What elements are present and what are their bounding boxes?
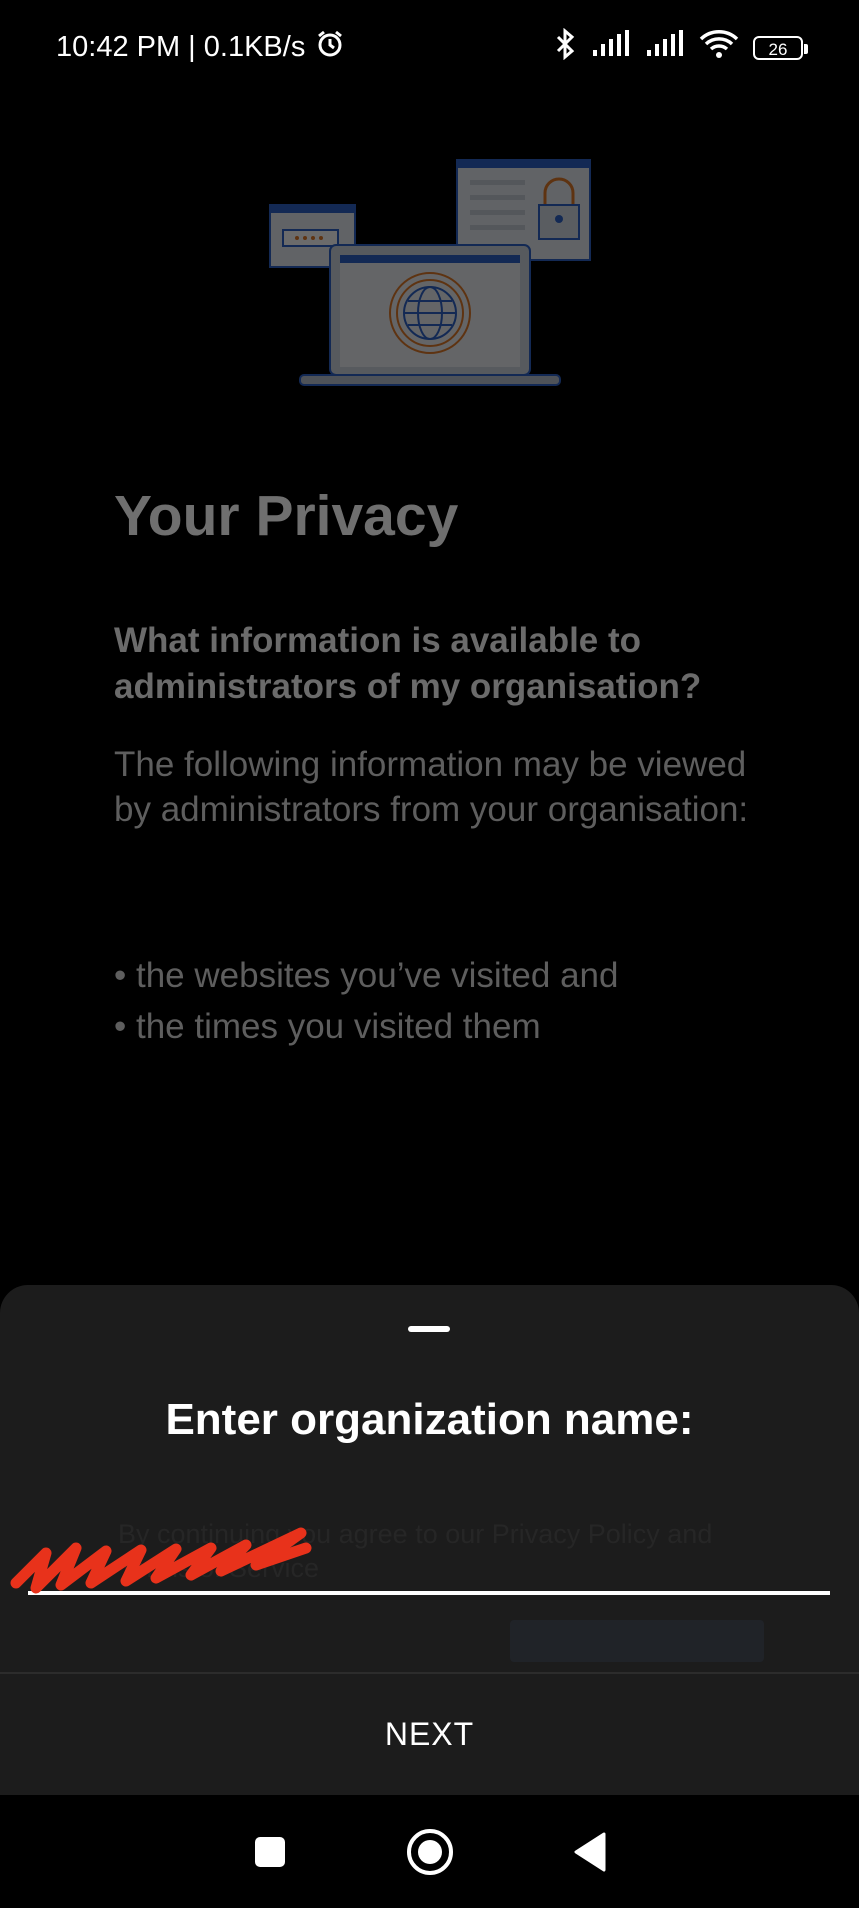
signal-icon [645, 29, 685, 66]
wifi-icon [699, 29, 739, 67]
next-button[interactable]: NEXT [0, 1674, 859, 1794]
battery-icon: 26 [753, 35, 808, 60]
bluetooth-icon [553, 27, 577, 68]
navigation-bar [0, 1795, 859, 1908]
list-item: the times you visited them [114, 1001, 618, 1052]
privacy-description: The following information may be viewed … [114, 745, 749, 829]
list-item: the websites you’ve visited and [114, 950, 619, 1001]
sheet-drag-handle[interactable] [408, 1326, 450, 1332]
recents-icon[interactable] [240, 1822, 300, 1882]
privacy-illustration [265, 155, 595, 395]
home-icon[interactable] [400, 1822, 460, 1882]
sheet-title: Enter organization name: [165, 1395, 694, 1444]
alarm-icon [315, 29, 345, 67]
privacy-question: What information is available to adminis… [114, 621, 702, 706]
status-bar: 10:42 PM | 0.1KB/s 26 [0, 0, 859, 95]
time-and-speed: 10:42 PM | 0.1KB/s [56, 31, 306, 63]
back-icon[interactable] [560, 1822, 620, 1882]
status-right: 26 [553, 27, 808, 68]
privacy-bullet-list: the websites you’ve visited and the time… [114, 950, 619, 1052]
page-title: Your Privacy [114, 484, 459, 548]
organization-name-input[interactable] [28, 1513, 830, 1595]
bottom-sheet: Enter organization name: By continuing y… [0, 1285, 859, 1795]
signal-icon [591, 29, 631, 66]
status-left: 10:42 PM | 0.1KB/s [56, 29, 345, 67]
obscured-button [510, 1620, 764, 1662]
